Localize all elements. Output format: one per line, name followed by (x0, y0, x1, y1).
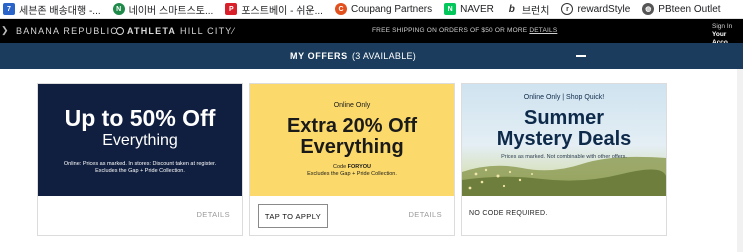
offer-fine-print: Online: Prices as marked. In stores: Dis… (63, 161, 217, 167)
hill-city-slash-icon: ⁄ (232, 26, 236, 36)
details-link[interactable]: DETAILS (408, 210, 442, 219)
brand-hill-city[interactable]: HILL CITY⁄ (180, 26, 235, 36)
bookmark-label: PBteen Outlet (658, 3, 721, 15)
bookmark-pbteen[interactable]: ◍ PBteen Outlet (642, 3, 721, 15)
brand-banana-republic[interactable]: BANANA REPUBLIC (16, 26, 118, 36)
offer-footer: TAP TO APPLY DETAILS (250, 196, 454, 235)
collapse-icon[interactable] (576, 55, 586, 57)
offers-available-count: (3 AVAILABLE) (352, 51, 417, 61)
my-offers-bar[interactable]: MY OFFERS (3 AVAILABLE) (0, 43, 743, 69)
coupang-icon: C (334, 3, 347, 15)
athleta-logo-icon (116, 27, 124, 35)
naver-icon: N (444, 3, 457, 15)
bookmark-postbay[interactable]: P 포스트베이 - 쉬운... (225, 2, 323, 17)
offers-panel: Up to 50% Off Everything Online: Prices … (0, 69, 743, 252)
offer-banner: Up to 50% Off Everything Online: Prices … (38, 84, 242, 196)
offer-subheadline: Everything (300, 136, 404, 158)
offer-headline: Extra 20% Off (286, 115, 418, 137)
offer-code: Code FORYOU (250, 164, 454, 171)
bookmark-naver[interactable]: N NAVER (444, 3, 494, 15)
page-scrollbar[interactable] (737, 69, 743, 252)
bookmark-label: 세븐존 배송대행 -... (19, 5, 101, 17)
bookmark-label: NAVER (460, 3, 494, 15)
bookmark-label: 포스트베이 - 쉬운... (241, 5, 323, 17)
shipping-promo: FREE SHIPPING ON ORDERS OF $50 OR MORE D… (372, 27, 557, 34)
bookmark-label: rewardStyle (577, 3, 631, 15)
bookmark-sevenzone[interactable]: 7 세븐존 배송대행 -... (3, 2, 101, 17)
brand-nav: ❯ BANANA REPUBLIC ATHLETA HILL CITY⁄ FRE… (0, 19, 743, 46)
sign-in-link[interactable]: Sign In (712, 23, 743, 31)
tap-to-apply-button[interactable]: TAP TO APPLY (258, 204, 328, 228)
bookmark-rewardstyle[interactable]: r rewardStyle (561, 3, 630, 15)
naver-smartstore-icon: N (112, 3, 125, 15)
bookmark-brunch[interactable]: b 브런치 (505, 2, 550, 17)
shipping-details-link[interactable]: DETAILS (529, 27, 557, 34)
brand-athleta[interactable]: ATHLETA (116, 26, 176, 36)
offer-headline: Summer (523, 107, 605, 129)
bookmark-coupang[interactable]: C Coupang Partners (334, 3, 433, 15)
brunch-icon: b (505, 3, 518, 15)
sevenzone-icon: 7 (3, 3, 15, 15)
offer-card: Online Only Extra 20% Off Everything Cod… (249, 83, 455, 236)
offer-code-label: Code (332, 164, 347, 170)
offer-card: Up to 50% Off Everything Online: Prices … (37, 83, 243, 236)
bookmark-label: 네이버 스마트스토... (128, 5, 214, 17)
my-offers-title: MY OFFERS (290, 51, 348, 61)
offer-card: Online Only | Shop Quick! Summer Mystery… (461, 83, 667, 236)
brand-athleta-label: ATHLETA (127, 26, 177, 36)
offer-fine-print: Excludes the Gap + Pride Collection. (307, 171, 397, 177)
bookmark-label: Coupang Partners (350, 3, 433, 15)
brand-hill-city-label: HILL CITY (180, 26, 233, 36)
offer-footer: DETAILS (38, 196, 242, 235)
offer-banner: Online Only | Shop Quick! Summer Mystery… (462, 84, 666, 196)
bookmark-naver-smartstore[interactable]: N 네이버 스마트스토... (112, 2, 214, 17)
no-code-required-label: NO CODE REQUIRED. (469, 210, 548, 217)
offer-kicker: Online Only | Shop Quick! (523, 94, 605, 101)
offer-headline: Up to 50% Off (64, 105, 216, 131)
offer-subheadline: Mystery Deals (496, 128, 632, 150)
offer-subheadline: Everything (102, 132, 178, 149)
rewardstyle-icon: r (561, 3, 574, 15)
offer-fine-print: Excludes the Gap + Pride Collection. (95, 168, 185, 174)
details-link[interactable]: DETAILS (196, 210, 230, 219)
offer-fine-print: Prices as marked. Not combinable with ot… (501, 154, 627, 160)
postbay-icon: P (225, 3, 238, 15)
offer-kicker: Online Only (333, 102, 371, 109)
bookmarks-bar: 7 세븐존 배송대행 -... N 네이버 스마트스토... P 포스트베이 -… (0, 0, 743, 19)
chevron-left-icon[interactable]: ❯ (1, 25, 9, 36)
offer-code-value: FORYOU (347, 164, 371, 170)
offer-banner: Online Only Extra 20% Off Everything Cod… (250, 84, 454, 196)
bookmark-label: 브런치 (521, 5, 550, 17)
globe-icon: ◍ (642, 3, 655, 15)
shipping-promo-text: FREE SHIPPING ON ORDERS OF $50 OR MORE (372, 27, 528, 34)
offer-footer: NO CODE REQUIRED. (462, 196, 666, 235)
